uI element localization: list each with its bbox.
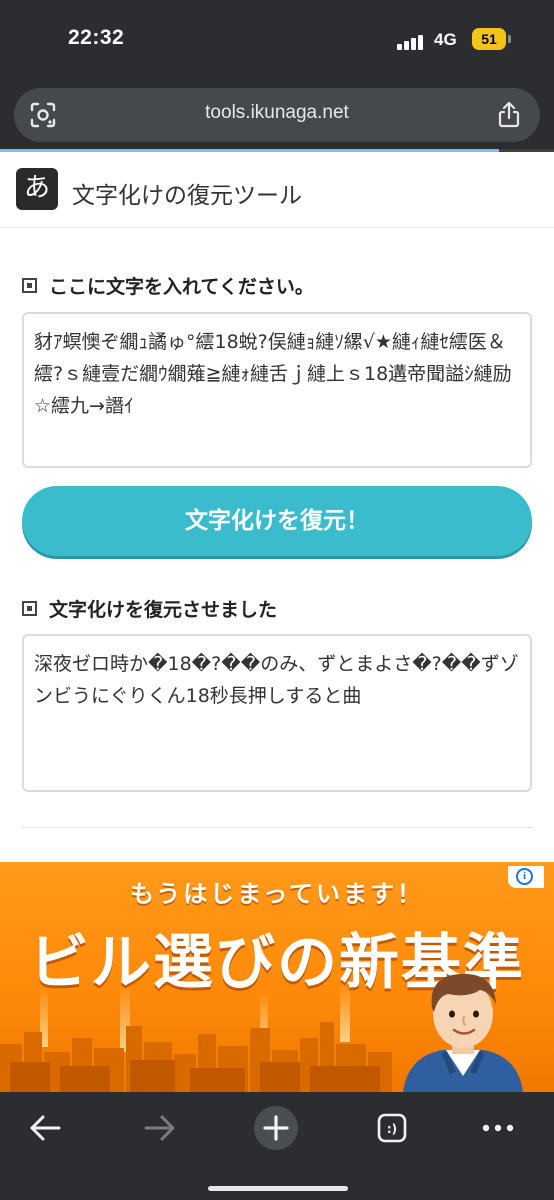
browser-top-bar: 22:32 4G 51 tools.ikunaga.net: [0, 0, 554, 152]
back-arrow-icon: [30, 1115, 61, 1141]
status-time: 22:32: [68, 26, 125, 49]
site-title[interactable]: 文字化けの復元ツール: [72, 176, 302, 210]
restore-button[interactable]: 文字化けを復元！: [22, 486, 532, 556]
site-logo[interactable]: あ: [16, 168, 58, 210]
home-indicator: [208, 1186, 348, 1191]
garbled-text-input[interactable]: 豺ｱ螟懊ぞ繝ｭ譎ゅ°繧18蛻?俣縺ｮ縺ｿ縲√★縺ｨ縺ｾ繧医＆繧?ｓ縺壹だ繝ｳ繝薙…: [22, 312, 532, 468]
square-bullet-icon: [22, 601, 37, 616]
tab-switcher-icon: :): [377, 1113, 407, 1143]
output-heading-text: 文字化けを復元させました: [49, 599, 278, 621]
forward-arrow-icon: [144, 1115, 175, 1141]
forward-button[interactable]: [130, 1100, 190, 1156]
address-bar[interactable]: tools.ikunaga.net: [14, 88, 540, 142]
network-type: 4G: [434, 30, 457, 49]
person-illustration: [403, 973, 523, 1092]
battery-icon: 51: [472, 28, 506, 50]
restored-text-output[interactable]: 深夜ゼロ時か�18�?��のみ、ずとまよさ�?��ずゾンビうにぐりくん18秒長押…: [22, 634, 532, 792]
ad-tagline: もうはじまっています！: [129, 880, 425, 908]
tab-switcher-button[interactable]: :): [362, 1100, 422, 1156]
site-header: あ 文字化けの復元ツール: [0, 152, 554, 228]
input-heading: ここに文字を入れてください。: [22, 272, 314, 299]
share-icon[interactable]: [494, 100, 524, 130]
url-text[interactable]: tools.ikunaga.net: [14, 102, 540, 124]
plus-icon: [254, 1106, 298, 1150]
signal-strength-icon: [397, 32, 427, 50]
battery-tip: [508, 35, 511, 43]
more-dots-icon: [482, 1124, 514, 1132]
more-menu-button[interactable]: [468, 1100, 528, 1156]
new-tab-button[interactable]: [246, 1100, 306, 1156]
output-heading: 文字化けを復元させました: [22, 595, 277, 622]
svg-text::): :): [387, 1122, 397, 1136]
square-bullet-icon: [22, 278, 37, 293]
input-heading-text: ここに文字を入れてください。: [49, 276, 314, 298]
divider: [22, 827, 532, 828]
ad-banner[interactable]: i もうはじまっています！ ビル選びの新基準: [0, 862, 554, 1092]
browser-bottom-toolbar: :): [0, 1092, 554, 1200]
back-button[interactable]: [15, 1100, 75, 1156]
